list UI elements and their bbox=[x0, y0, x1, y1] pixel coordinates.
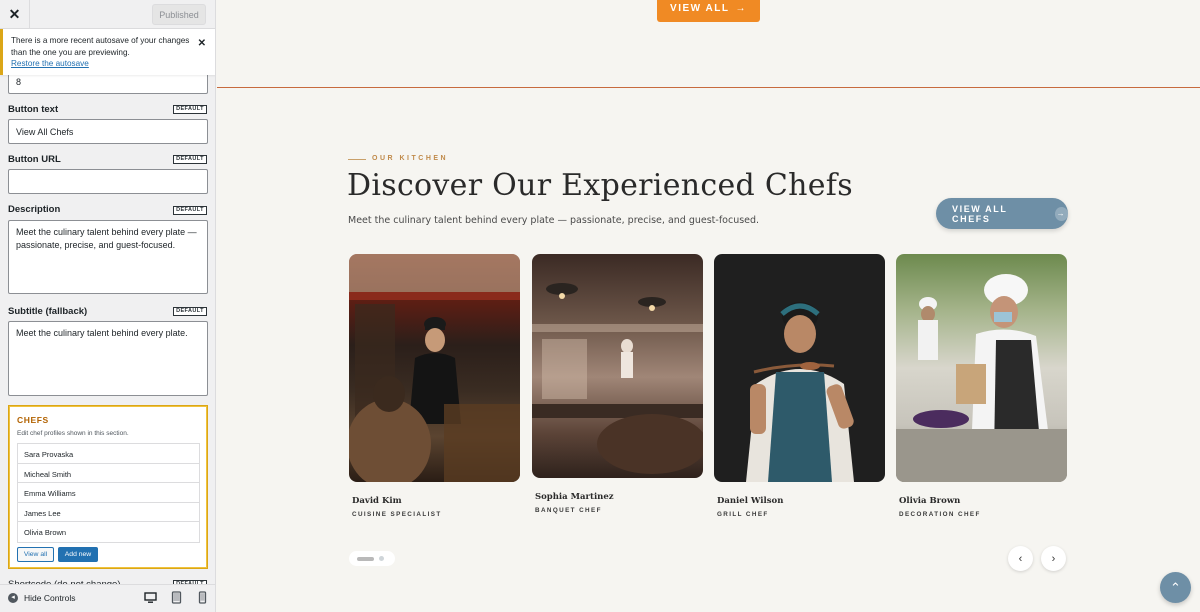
hide-controls-label: Hide Controls bbox=[24, 593, 76, 603]
chef-name: Olivia Brown bbox=[899, 496, 961, 506]
list-item[interactable]: Olivia Brown bbox=[18, 522, 199, 542]
chef-role: BANQUET CHEF bbox=[535, 507, 602, 514]
chef-photo bbox=[349, 254, 520, 482]
chef-card[interactable]: Sophia Martinez BANQUET CHEF bbox=[532, 254, 703, 514]
chef-card[interactable]: Daniel Wilson GRILL CHEF bbox=[714, 254, 885, 518]
chef-role: DECORATION CHEF bbox=[899, 511, 981, 518]
top-view-all-label: VIEW ALL bbox=[670, 2, 730, 14]
description-label: Description bbox=[8, 204, 61, 215]
publish-button[interactable]: Published bbox=[152, 4, 206, 25]
chef-photo-illustration bbox=[532, 283, 703, 474]
view-all-chefs-label: VIEW ALL CHEFS bbox=[952, 203, 1008, 224]
close-icon[interactable]: ✕ bbox=[0, 0, 30, 29]
chef-photo-illustration bbox=[896, 274, 1067, 482]
site-preview: VIEW ALL → OUR KITCHEN Discover Our Expe… bbox=[217, 0, 1200, 612]
mobile-preview-icon[interactable] bbox=[196, 591, 209, 604]
chefs-panel: CHEFS Edit chef profiles shown in this s… bbox=[8, 405, 208, 569]
default-chip[interactable]: DEFAULT bbox=[173, 206, 207, 215]
active-dot[interactable] bbox=[357, 556, 374, 561]
chef-card[interactable]: Olivia Brown DECORATION CHEF bbox=[896, 254, 1067, 518]
default-chip[interactable]: DEFAULT bbox=[173, 307, 207, 316]
section-subtext: Meet the culinary talent behind every pl… bbox=[348, 215, 760, 226]
list-item[interactable]: Micheal Smith bbox=[18, 464, 199, 483]
chefs-list: Sara Provaska Micheal Smith Emma William… bbox=[17, 443, 200, 543]
section-eyebrow: OUR KITCHEN bbox=[372, 155, 449, 162]
button-url-input[interactable] bbox=[8, 169, 208, 194]
chef-card[interactable]: David Kim CUISINE SPECIALIST bbox=[349, 254, 520, 518]
tablet-preview-icon[interactable] bbox=[170, 591, 183, 604]
view-all-button[interactable]: View all bbox=[17, 547, 54, 562]
chef-photo bbox=[896, 254, 1067, 482]
list-item[interactable]: James Lee bbox=[18, 503, 199, 522]
customizer-footer: ◂ Hide Controls bbox=[0, 584, 215, 612]
arrow-right-icon: → bbox=[735, 2, 747, 14]
list-item[interactable]: Emma Williams bbox=[18, 483, 199, 503]
chef-name: Daniel Wilson bbox=[717, 496, 784, 506]
eyebrow-line bbox=[348, 159, 366, 160]
default-chip[interactable]: DEFAULT bbox=[173, 155, 207, 164]
collapse-icon: ◂ bbox=[8, 593, 18, 603]
section-heading: Discover Our Experienced Chefs bbox=[347, 168, 853, 203]
chef-photo-illustration bbox=[746, 302, 854, 482]
chevron-right-icon[interactable]: › bbox=[1041, 546, 1066, 571]
dismiss-notice-icon[interactable]: ✕ bbox=[198, 38, 206, 50]
subtitle-label: Subtitle (fallback) bbox=[8, 306, 88, 317]
button-text-input[interactable] bbox=[8, 119, 208, 144]
list-item[interactable]: Sara Provaska bbox=[18, 444, 199, 464]
add-new-button[interactable]: Add new bbox=[58, 547, 98, 562]
button-text-label: Button text bbox=[8, 104, 59, 115]
desktop-preview-icon[interactable] bbox=[144, 591, 157, 604]
chef-name: Sophia Martinez bbox=[535, 492, 614, 502]
scroll-to-top-icon[interactable]: ⌃ bbox=[1160, 572, 1191, 603]
carousel-pagination[interactable] bbox=[349, 551, 395, 566]
description-textarea[interactable]: Meet the culinary talent behind every pl… bbox=[8, 220, 208, 294]
chef-role: CUISINE SPECIALIST bbox=[352, 511, 442, 518]
top-view-all-button[interactable]: VIEW ALL → bbox=[657, 0, 760, 22]
restore-autosave-link[interactable]: Restore the autosave bbox=[11, 59, 89, 68]
view-all-chefs-button[interactable]: VIEW ALL CHEFS → bbox=[936, 198, 1068, 229]
arrow-right-icon: → bbox=[1054, 206, 1068, 221]
chef-role: GRILL CHEF bbox=[717, 511, 769, 518]
chefs-panel-description: Edit chef profiles shown in this section… bbox=[17, 430, 129, 437]
section-divider bbox=[217, 87, 1200, 88]
subtitle-textarea[interactable]: Meet the culinary talent behind every pl… bbox=[8, 321, 208, 396]
chef-photo bbox=[714, 254, 885, 482]
autosave-notice: There is a more recent autosave of your … bbox=[0, 29, 215, 75]
chefs-panel-title: CHEFS bbox=[17, 415, 49, 425]
chevron-left-icon[interactable]: ‹ bbox=[1008, 546, 1033, 571]
default-chip[interactable]: DEFAULT bbox=[173, 105, 207, 114]
customizer-sidebar: ✕ Published There is a more recent autos… bbox=[0, 0, 216, 612]
hide-controls-button[interactable]: ◂ Hide Controls bbox=[8, 593, 76, 603]
chef-name: David Kim bbox=[352, 496, 402, 506]
button-url-label: Button URL bbox=[8, 154, 61, 165]
chef-photo bbox=[532, 254, 703, 478]
autosave-notice-text: There is a more recent autosave of your … bbox=[11, 36, 190, 57]
customizer-topbar: ✕ Published bbox=[0, 0, 215, 29]
chef-photo-illustration bbox=[349, 254, 520, 482]
inactive-dot[interactable] bbox=[379, 556, 384, 561]
